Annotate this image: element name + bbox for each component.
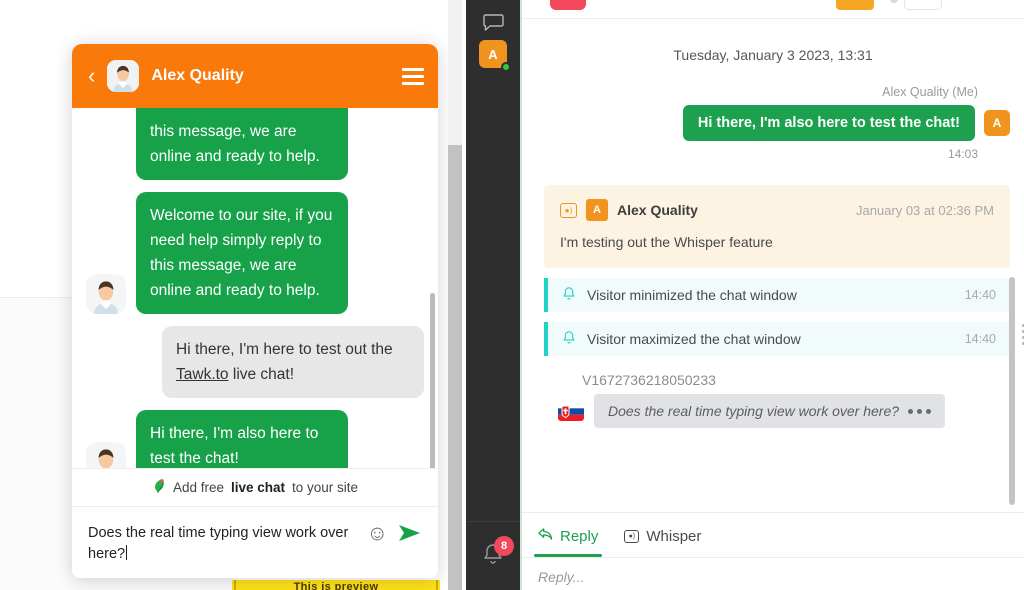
header-separator-dot [890,0,898,3]
tab-reply[interactable]: Reply [534,527,603,557]
slovakia-flag-icon [558,401,584,421]
tab-whisper-label: Whisper [646,527,702,545]
chat-bubble-agent: this message, we are online and ready to… [136,108,348,180]
chat-message-row: Welcome to our site, if you need help si… [86,192,424,314]
page-scrollbar-thumb[interactable] [448,145,462,590]
header-red-badge[interactable] [550,0,586,10]
agent-message-bubble: Hi there, I'm also here to test the chat… [682,105,975,141]
whisper-timestamp: January 03 at 02:36 PM [855,202,994,218]
chat-widget-messages: this message, we are online and ready to… [72,108,438,468]
chat-message-row: Hi there, I'm also here to test the chat… [86,410,424,468]
chat-message-row: Hi there, I'm here to test out the Tawk.… [86,326,424,398]
system-event-text: Visitor maximized the chat window [587,331,801,347]
typing-indicator-icon [908,408,932,414]
agent-message-row: Hi there, I'm also here to test the chat… [522,105,1024,141]
avatar-spacer [86,140,126,180]
promo-bold: live chat [230,480,286,495]
whisper-avatar: A [586,199,608,221]
chat-widget-header: ‹ Alex Quality [72,44,438,108]
page-scroll-track [448,0,462,145]
screen-root: LiveAg › P › U › C › In [0,0,1024,590]
chat-bubble-icon[interactable] [483,14,504,32]
composer-tabs: Reply ●) Whisper [522,513,1024,557]
agent-avatar [86,442,126,468]
whisper-header: ●) A Alex Quality January 03 at 02:36 PM [560,199,994,221]
chat-widget-title: Alex Quality [151,67,244,84]
bell-icon [562,330,576,348]
bubble-text-before: Hi there, I'm here to test out the [176,341,393,358]
chat-widget-scrollbar[interactable] [430,293,435,468]
rail-divider [466,521,520,522]
agent-avatar [107,60,140,92]
text-caret [126,545,128,560]
tab-reply-label: Reply [560,527,599,545]
conversation-header-cropped [522,0,1024,18]
chat-bubble-agent: Hi there, I'm also here to test the chat… [136,410,348,468]
system-event-row: Visitor maximized the chat window 14:40 [544,322,1010,356]
whisper-text: I'm testing out the Whisper feature [560,234,773,250]
composer-divider [522,557,1024,558]
dashboard-nav-rail: A 8 [466,0,520,590]
whisper-icon: ●) [560,202,577,218]
whisper-author: Alex Quality [617,202,698,218]
chevron-left-icon[interactable]: ‹ [88,65,95,87]
rail-agent-badge[interactable]: A [479,40,511,72]
promo-prefix: Add free [172,480,224,495]
rail-agent-initial: A [488,46,498,62]
preview-banner: This is preview [232,580,440,590]
conversation-stream: Tuesday, January 3 2023, 13:31 Alex Qual… [522,19,1024,512]
header-orange-button[interactable] [836,0,874,10]
chat-widget: ‹ Alex Quality this message, we are onli… [72,44,438,578]
chat-bubble-visitor: Hi there, I'm here to test out the Tawk.… [162,326,424,398]
conversation-daystamp: Tuesday, January 3 2023, 13:31 [673,47,873,63]
chat-widget-composer[interactable]: Does the real time typing view work over… [72,506,438,578]
bubble-text-after: live chat! [228,366,295,383]
notification-count-badge[interactable]: 8 [494,536,514,556]
panel-resize-handle[interactable] [1018,324,1024,345]
conversation-scrollbar[interactable] [1009,277,1015,505]
visitor-id-label: V1672736218050233 [582,372,716,388]
hamburger-menu-icon[interactable] [402,67,424,85]
banner-tick-left [234,580,236,590]
chat-message-row: this message, we are online and ready to… [86,108,424,180]
tab-whisper[interactable]: ●) Whisper [624,528,701,557]
header-ghost-button[interactable] [904,0,942,10]
promo-suffix: to your site [292,480,359,495]
tawk-leaf-icon [152,478,166,497]
agent-message-time: 14:03 [947,147,978,161]
chat-bubble-agent: Welcome to our site, if you need help si… [136,192,348,314]
preview-banner-label: This is preview [293,581,379,590]
reply-arrow-icon [538,527,553,545]
banner-tick-right [436,580,438,590]
bell-icon [562,286,576,304]
tawk-promo[interactable]: Add free live chat to your site [72,468,438,506]
system-event-time: 14:40 [964,288,996,302]
visitor-typing-bubble: Does the real time typing view work over… [594,394,946,428]
tawkto-link[interactable]: Tawk.to [176,366,229,383]
system-event-row: Visitor minimized the chat window 14:40 [544,278,1010,312]
online-status-dot [501,62,511,72]
reply-input[interactable]: Reply... [522,557,1024,585]
conversation-panel: Tuesday, January 3 2023, 13:31 Alex Qual… [520,0,1024,590]
send-arrow-icon[interactable] [398,521,422,548]
visitor-typing-text: Does the real time typing view work over… [608,403,900,419]
chat-message-input[interactable]: Does the real time typing view work over… [88,521,357,565]
system-event-time: 14:40 [964,332,996,346]
whisper-icon: ●) [624,529,640,543]
whisper-message: ●) A Alex Quality January 03 at 02:36 PM… [544,185,1010,268]
agent-avatar [86,274,126,314]
agent-avatar-initial: A [984,110,1010,136]
visitor-typing-row: Does the real time typing view work over… [522,394,1024,428]
smiley-face-icon[interactable]: ☺ [367,521,388,544]
chat-widget-footer: Add free live chat to your site Does the… [72,468,438,578]
system-event-text: Visitor minimized the chat window [587,287,797,303]
conversation-composer: Reply ●) Whisper Reply... [522,512,1024,590]
agent-sender-label: Alex Quality (Me) [882,85,978,99]
